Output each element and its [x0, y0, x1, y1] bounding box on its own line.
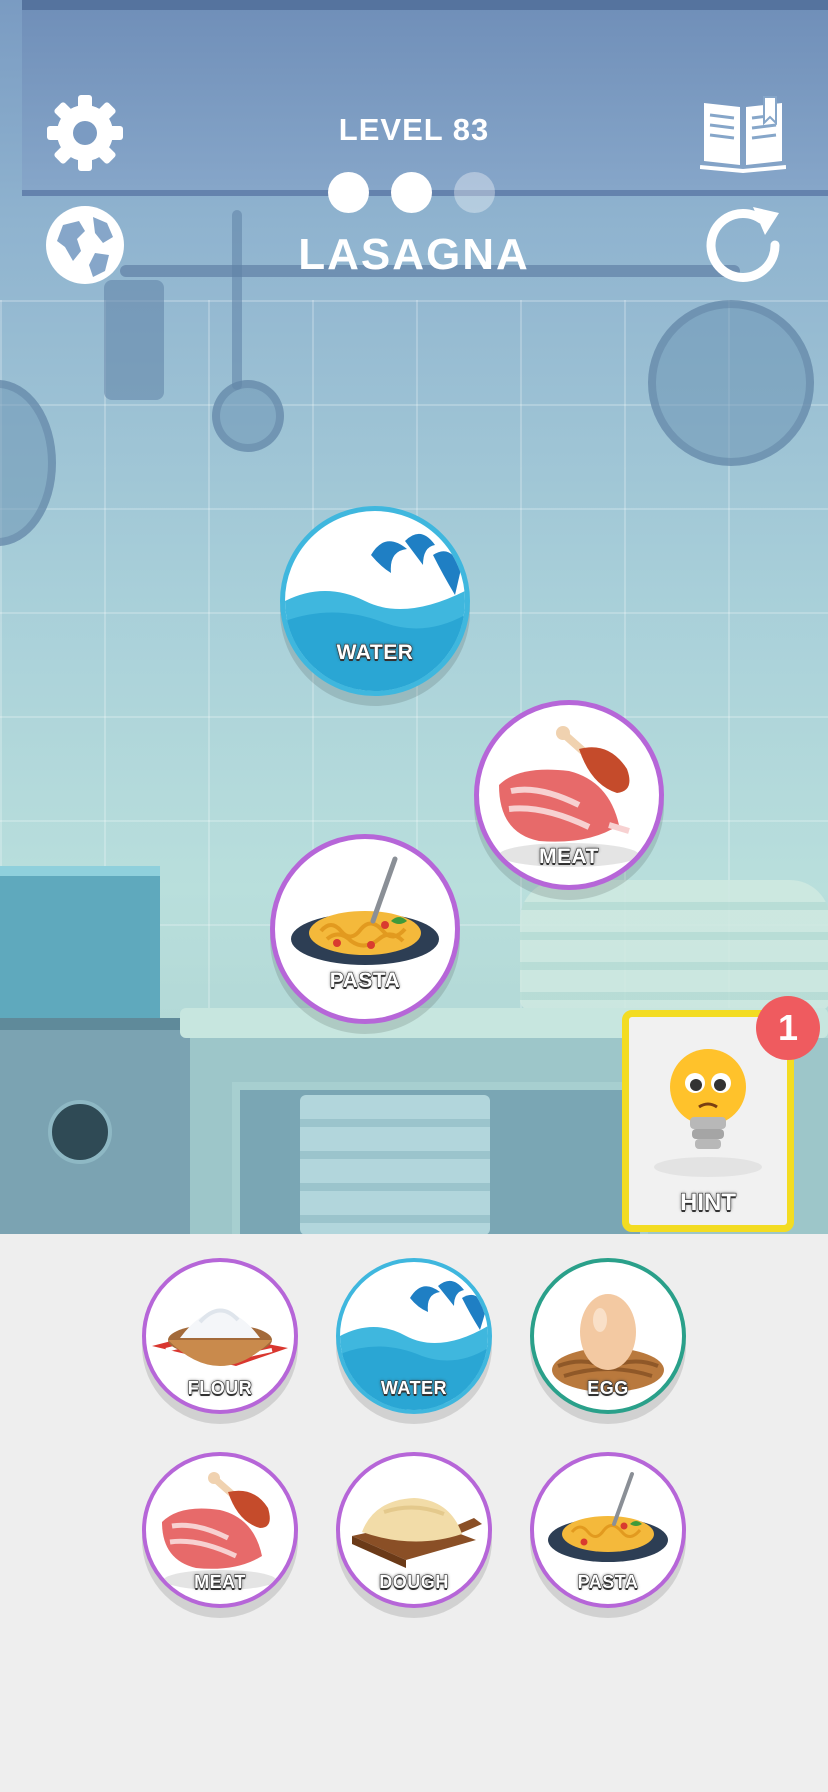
spatula-decor: [104, 280, 164, 400]
progress-dot-empty: [454, 172, 495, 213]
level-label: LEVEL 83: [338, 112, 490, 147]
board-item-pasta[interactable]: PASTA: [270, 834, 460, 1024]
globe-icon: [46, 206, 124, 284]
settings-button[interactable]: [40, 88, 130, 178]
inventory-item-label: EGG: [587, 1377, 629, 1398]
recipe-book-button[interactable]: [698, 88, 788, 178]
progress-dot-filled: [328, 172, 369, 213]
hanging-pan-decor: [648, 300, 814, 466]
board-item-label: WATER: [336, 640, 414, 664]
board-item-meat[interactable]: MEAT: [474, 700, 664, 890]
inventory-item-label: WATER: [380, 1377, 448, 1398]
hood-rim: [22, 0, 828, 10]
inventory-item-egg[interactable]: EGG: [530, 1258, 686, 1414]
progress-dot-filled: [391, 172, 432, 213]
inventory-item-label: PASTA: [577, 1571, 639, 1592]
pot-decor: [0, 866, 160, 1026]
language-button[interactable]: [40, 200, 130, 290]
book-icon: [700, 96, 786, 173]
stacked-plates-decor: [520, 880, 828, 1010]
inventory-item-label: MEAT: [194, 1571, 246, 1592]
restart-icon: [706, 207, 780, 282]
dish-stack-decor: [300, 1095, 490, 1234]
board-item-label: PASTA: [329, 968, 401, 992]
restart-button[interactable]: [698, 200, 788, 290]
inventory-item-meat[interactable]: MEAT: [142, 1452, 298, 1608]
hint-count-badge: 1: [756, 996, 820, 1060]
ladle-decor: [212, 380, 284, 452]
board-item-water[interactable]: WATER: [280, 506, 470, 696]
inventory-item-dough[interactable]: DOUGH: [336, 1452, 492, 1608]
inventory-item-flour[interactable]: FLOUR: [142, 1258, 298, 1414]
gear-icon: [47, 95, 123, 171]
recipe-title: LASAGNA: [298, 230, 530, 279]
inventory-item-label: DOUGH: [379, 1571, 449, 1592]
inventory-item-water[interactable]: WATER: [336, 1258, 492, 1414]
inventory-item-label: FLOUR: [187, 1377, 253, 1398]
progress-dots: [328, 172, 495, 213]
board-item-label: MEAT: [538, 844, 599, 868]
hint-label: HINT: [679, 1188, 736, 1216]
stove-knob: [48, 1100, 112, 1164]
inventory-item-pasta[interactable]: PASTA: [530, 1452, 686, 1608]
